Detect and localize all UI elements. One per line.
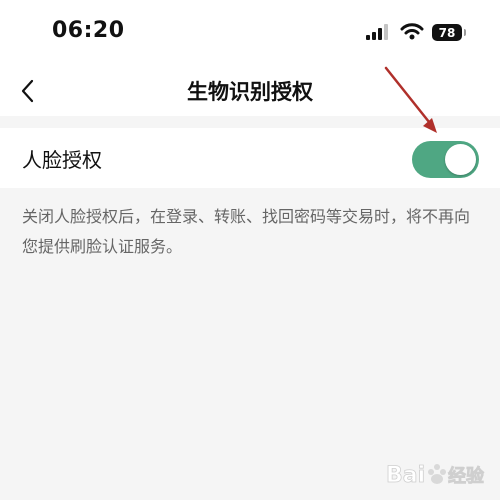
battery-tip bbox=[464, 29, 466, 36]
svg-text:经验: 经验 bbox=[448, 465, 485, 487]
face-auth-toggle[interactable] bbox=[412, 141, 479, 178]
battery-level: 78 bbox=[438, 25, 456, 40]
status-bar: 06:20 78 bbox=[0, 0, 500, 66]
baidu-jingyan-watermark-logo: Bai 经验 bbox=[386, 463, 486, 489]
toggle-knob[interactable] bbox=[445, 144, 476, 175]
battery-icon: 78 bbox=[432, 24, 462, 41]
cellular-signal-icon bbox=[366, 24, 388, 40]
wifi-icon bbox=[400, 23, 424, 40]
face-auth-label: 人脸授权 bbox=[22, 148, 102, 172]
nav-bar: 生物识别授权 bbox=[0, 66, 500, 116]
page-title: 生物识别授权 bbox=[187, 80, 313, 104]
status-time: 06:20 bbox=[52, 18, 125, 43]
svg-text:Bai: Bai bbox=[386, 463, 425, 488]
face-auth-description: 关闭人脸授权后，在登录、转账、找回密码等交易时，将不再向您提供刷脸认证服务。 bbox=[22, 207, 471, 256]
